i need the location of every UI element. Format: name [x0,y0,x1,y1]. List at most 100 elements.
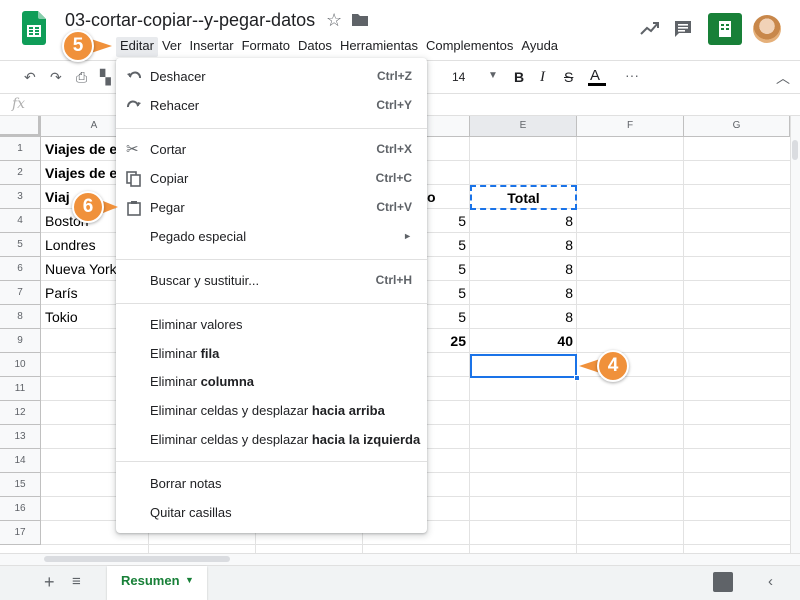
row-header-17[interactable]: 17 [0,521,41,545]
comment-icon[interactable] [674,20,692,38]
scissors-icon: ✂ [126,141,139,158]
fx-icon: fx [12,96,26,112]
row-header-14[interactable]: 14 [0,449,41,473]
row-header-5[interactable]: 5 [0,233,41,257]
vertical-scroll-thumb[interactable] [792,140,798,160]
menu-delete-cells-up[interactable]: Eliminar celdas y desplazar hacia arriba [116,397,427,425]
app-header: 03-cortar-copiar--y-pegar-datos ☆ Editar… [0,0,800,60]
side-panel-toggle-icon[interactable]: ‹ [768,573,773,590]
menu-cut[interactable]: ✂ Cortar Ctrl+X [116,136,427,164]
menu-complementos[interactable]: Complementos [422,37,517,57]
folder-icon[interactable] [352,13,368,26]
sheets-logo-icon[interactable] [22,11,46,45]
menu-paste[interactable]: Pegar Ctrl+V [116,194,427,222]
cell-e8[interactable]: 8 [472,305,573,329]
row-header-15[interactable]: 15 [0,473,41,497]
cell-e6[interactable]: 8 [472,257,573,281]
selected-cell-e10[interactable] [470,354,577,378]
cell-d3[interactable]: o [427,185,467,209]
menu-delete-cells-up-label: Eliminar celdas y desplazar hacia arriba [150,403,385,418]
menu-delete-column-label: Eliminar columna [150,374,255,389]
column-header-g[interactable]: G [684,116,790,137]
menu-clear-notes-label: Borrar notas [150,476,222,491]
menu-ver[interactable]: Ver [158,37,186,57]
redo-icon [126,98,142,114]
activity-trend-icon[interactable] [640,20,660,36]
font-size-value[interactable]: 14 [452,70,465,84]
vertical-scrollbar[interactable] [790,116,800,553]
menu-redo-shortcut: Ctrl+Y [376,98,412,112]
menu-delete-row[interactable]: Eliminar fila [116,340,427,368]
share-button[interactable] [708,13,742,45]
menu-redo[interactable]: Rehacer Ctrl+Y [116,92,427,120]
all-sheets-icon[interactable]: ≡ [72,573,81,590]
menu-paste-special[interactable]: Pegado especial ► [116,223,427,251]
menu-herramientas[interactable]: Herramientas [336,37,422,57]
sheet-tab-label: Resumen [121,573,180,588]
horizontal-scroll-thumb[interactable] [44,556,230,562]
menu-delete-column[interactable]: Eliminar columna [116,368,427,396]
menu-delete-cells-left[interactable]: Eliminar celdas y desplazar hacia la izq… [116,426,427,454]
explore-icon[interactable] [713,572,733,592]
sheet-tab-caret-icon[interactable]: ▼ [185,575,194,585]
menu-find-replace[interactable]: Buscar y sustituir... Ctrl+H [116,267,427,295]
row-header-7[interactable]: 7 [0,281,41,305]
menu-datos[interactable]: Datos [294,37,336,57]
cell-e7[interactable]: 8 [472,281,573,305]
menu-clear-notes[interactable]: Borrar notas [116,470,427,498]
row-header-1[interactable]: 1 [0,137,41,161]
add-sheet-icon[interactable]: + [44,572,55,593]
text-color-swatch [588,83,606,86]
sheet-tab-resumen[interactable]: Resumen ▼ [107,566,207,600]
menu-undo[interactable]: Deshacer Ctrl+Z [116,63,427,91]
menu-remove-checkboxes[interactable]: Quitar casillas [116,499,427,527]
select-all-corner[interactable] [0,116,41,137]
more-options-button[interactable]: ··· [625,67,639,83]
cell-e5[interactable]: 8 [472,233,573,257]
cell-a9[interactable]: T [45,329,125,353]
star-icon[interactable]: ☆ [326,10,342,31]
menu-editar[interactable]: Editar [116,37,158,57]
row-header-9[interactable]: 9 [0,329,41,353]
grid-line [41,544,790,545]
menu-divider [116,128,427,129]
menu-formato[interactable]: Formato [238,37,294,57]
callout-4: 4 [597,350,629,382]
redo-icon[interactable]: ↷ [50,69,62,86]
menu-delete-row-label: Eliminar fila [150,346,220,361]
strikethrough-button[interactable]: S [564,69,573,85]
menu-ayuda[interactable]: Ayuda [517,37,562,57]
row-header-13[interactable]: 13 [0,425,41,449]
grid-line [683,137,684,553]
menu-find-replace-label: Buscar y sustituir... [150,273,260,288]
font-size-caret-icon[interactable]: ▼ [488,70,498,81]
row-header-10[interactable]: 10 [0,353,41,377]
collapse-toolbar-icon[interactable]: ︿ [776,68,790,88]
bold-button[interactable]: B [514,69,524,85]
avatar[interactable] [753,15,781,43]
row-header-12[interactable]: 12 [0,401,41,425]
fill-handle[interactable] [574,375,580,381]
column-header-e[interactable]: E [470,116,577,137]
undo-icon[interactable]: ↶ [24,69,36,86]
row-header-16[interactable]: 16 [0,497,41,521]
paint-format-icon[interactable]: ▚ [100,69,111,86]
cell-e4[interactable]: 8 [472,209,573,233]
menu-delete-values[interactable]: Eliminar valores [116,311,427,339]
menu-bar: Editar Ver Insertar Formato Datos Herram… [115,37,562,57]
menu-copy[interactable]: Copiar Ctrl+C [116,165,427,193]
row-header-11[interactable]: 11 [0,377,41,401]
menu-remove-checkboxes-label: Quitar casillas [150,505,232,520]
document-title[interactable]: 03-cortar-copiar--y-pegar-datos [65,10,315,31]
row-header-8[interactable]: 8 [0,305,41,329]
cell-e9[interactable]: 40 [472,329,573,353]
text-color-button[interactable]: A [590,67,600,84]
row-header-3[interactable]: 3 [0,185,41,209]
column-header-f[interactable]: F [577,116,684,137]
menu-insertar[interactable]: Insertar [185,37,237,57]
row-header-6[interactable]: 6 [0,257,41,281]
row-header-4[interactable]: 4 [0,209,41,233]
italic-button[interactable]: I [540,69,545,86]
print-icon[interactable]: ⎙ [76,69,87,86]
row-header-2[interactable]: 2 [0,161,41,185]
